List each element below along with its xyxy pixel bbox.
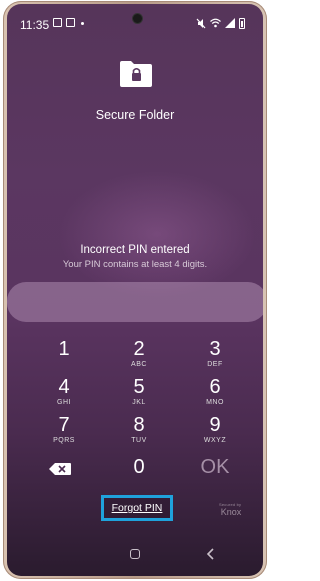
key-digit: 4 <box>58 376 70 398</box>
backspace-icon[interactable] <box>49 463 71 475</box>
key-digit: 3 <box>209 338 221 360</box>
key-digit: 2 <box>133 338 145 360</box>
key-6[interactable]: 6 MNO <box>185 376 245 416</box>
error-message: Incorrect PIN entered <box>80 244 190 256</box>
back-icon[interactable] <box>205 547 217 561</box>
key-letters: WXYZ <box>203 437 227 444</box>
key-digit: 0 <box>133 456 145 478</box>
key-letters: PQRS <box>53 437 75 444</box>
key-digit: 7 <box>58 414 70 436</box>
status-time: 11:35 <box>20 18 50 32</box>
key-5[interactable]: 5 JKL <box>109 376 169 416</box>
key-letters: TUV <box>131 437 147 444</box>
knox-logo: Knox <box>220 507 242 517</box>
key-9[interactable]: 9 WXYZ <box>185 414 245 454</box>
front-camera <box>133 14 142 23</box>
status-icons <box>196 17 245 29</box>
key-8[interactable]: 8 TUV <box>109 414 169 454</box>
signal-icon <box>225 18 235 28</box>
knox-branding: Secured by Knox <box>219 502 241 517</box>
ok-button[interactable]: OK <box>185 456 245 496</box>
image-notification-icon <box>66 18 75 27</box>
key-digit: 8 <box>133 414 145 436</box>
key-letters: JKL <box>132 399 146 406</box>
mute-icon <box>196 18 206 28</box>
battery-icon <box>239 17 245 29</box>
key-0[interactable]: 0 <box>109 456 169 496</box>
screen: 11:35 Secure Folder Incorrect PIN entere… <box>7 4 263 576</box>
key-letters: GHI <box>57 399 71 406</box>
key-digit: 9 <box>209 414 221 436</box>
status-bar: 11:35 <box>7 4 263 34</box>
phone-frame: 11:35 Secure Folder Incorrect PIN entere… <box>3 1 267 579</box>
key-4[interactable]: 4 GHI <box>34 376 94 416</box>
key-digit: 1 <box>58 338 70 360</box>
key-1[interactable]: 1 <box>34 338 94 378</box>
pin-input[interactable] <box>7 282 263 322</box>
key-letters: MNO <box>206 399 224 406</box>
key-3[interactable]: 3 DEF <box>185 338 245 378</box>
wifi-icon <box>210 18 221 28</box>
home-button[interactable] <box>130 549 140 559</box>
key-digit: 5 <box>133 376 145 398</box>
key-7[interactable]: 7 PQRS <box>34 414 94 454</box>
key-letters: DEF <box>207 361 223 368</box>
forgot-pin-link[interactable]: Forgot PIN <box>101 495 173 521</box>
key-2[interactable]: 2 ABC <box>109 338 169 378</box>
key-digit: 6 <box>209 376 221 398</box>
app-title: Secure Folder <box>95 108 175 122</box>
hint-message: Your PIN contains at least 4 digits. <box>62 259 208 270</box>
key-letters: ABC <box>131 361 147 368</box>
more-notifications-icon <box>81 22 84 25</box>
ok-label: OK <box>200 456 230 478</box>
folder-lock-icon <box>120 61 152 87</box>
gallery-notification-icon <box>53 18 62 27</box>
